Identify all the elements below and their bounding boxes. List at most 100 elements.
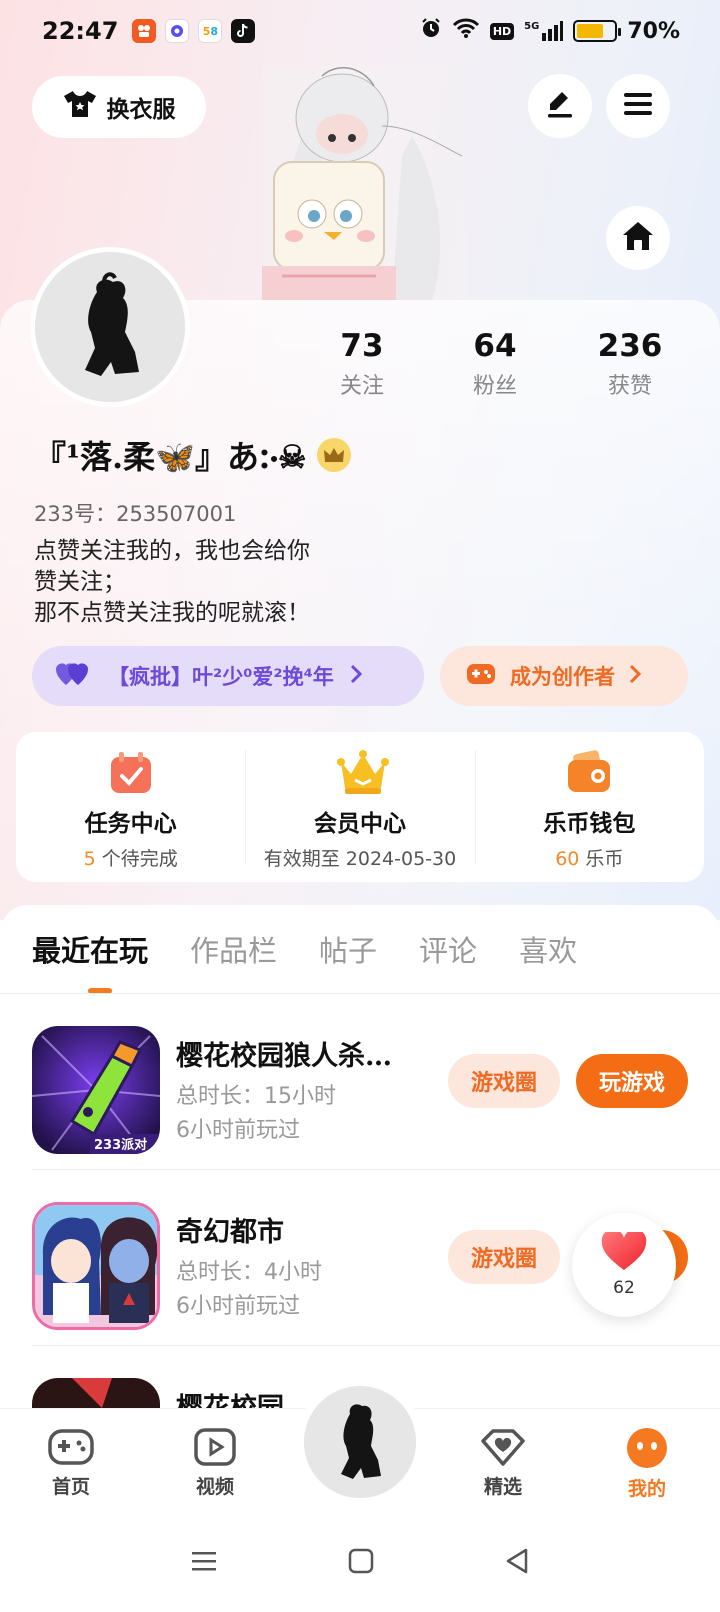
game-name: 樱花校园狼人杀… bbox=[176, 1041, 392, 1072]
game-circle-button[interactable]: 游戏圈 bbox=[448, 1230, 560, 1284]
edit-profile-button[interactable] bbox=[528, 74, 592, 138]
stat-following-count: 73 bbox=[340, 328, 384, 364]
status-right: HD 5G 70% bbox=[420, 17, 680, 45]
quick-actions: 任务中心 5 个待完成 会员中心 有效期至 2024-05-30 乐币钱包 60… bbox=[16, 732, 704, 882]
kuaishou-icon bbox=[132, 19, 157, 43]
profile-tabs: 最近在玩 作品栏 帖子 评论 喜欢 bbox=[32, 928, 577, 970]
member-center-title: 会员中心 bbox=[313, 811, 406, 837]
nav-video-label: 视频 bbox=[195, 1476, 234, 1498]
double-heart-icon bbox=[56, 661, 90, 692]
task-center[interactable]: 任务中心 5 个待完成 bbox=[16, 732, 245, 882]
alarm-icon bbox=[420, 17, 442, 45]
avatar-3d-figure[interactable] bbox=[262, 66, 466, 300]
game-duration: 总时长：15小时 bbox=[176, 1084, 336, 1109]
become-creator-label: 成为创作者 bbox=[510, 665, 615, 689]
stat-fans-count: 64 bbox=[473, 328, 517, 364]
hd-badge: HD bbox=[489, 22, 515, 40]
nickname-row: 『¹落.柔🦋』あ჻☠ bbox=[34, 432, 351, 478]
tab-works[interactable]: 作品栏 bbox=[190, 928, 277, 970]
heart-diamond-icon bbox=[479, 1427, 527, 1472]
bio-line: 赞关注； bbox=[34, 569, 126, 595]
task-center-sub: 5 个待完成 bbox=[84, 844, 178, 871]
nav-mine[interactable]: 我的 bbox=[602, 1427, 692, 1501]
status-time: 22:47 bbox=[42, 17, 119, 45]
profile-avatar[interactable] bbox=[30, 247, 190, 407]
nav-video[interactable]: 视频 bbox=[170, 1427, 260, 1499]
stat-likes[interactable]: 236 获赞 bbox=[575, 328, 685, 400]
home-square-icon[interactable] bbox=[348, 1548, 374, 1578]
task-center-sub-text: 个待完成 bbox=[95, 848, 178, 870]
user-id: 233号：253507001 bbox=[34, 502, 237, 526]
crown-icon[interactable] bbox=[316, 438, 351, 472]
battery-percent: 70% bbox=[627, 18, 680, 44]
tab-comments[interactable]: 评论 bbox=[419, 928, 477, 970]
coin-wallet-sub-text: 乐币 bbox=[579, 848, 624, 870]
home-button[interactable] bbox=[606, 206, 670, 270]
soul-icon bbox=[165, 19, 190, 43]
stat-likes-count: 236 bbox=[597, 328, 663, 364]
stat-following[interactable]: 73 关注 bbox=[307, 328, 417, 400]
game-last-played: 6小时前玩过 bbox=[176, 1118, 300, 1143]
center-avatar-image bbox=[304, 1386, 416, 1498]
nav-mine-label: 我的 bbox=[627, 1478, 666, 1500]
floating-like-button[interactable]: 62 bbox=[572, 1213, 676, 1317]
fan-group-label: 【疯批】叶²少⁰爱²挽⁴年 bbox=[108, 665, 334, 689]
task-count: 5 bbox=[83, 848, 96, 870]
list-item[interactable]: 233派对 樱花校园狼人杀… 总时长：15小时 6小时前玩过 游戏圈 玩游戏 bbox=[0, 994, 720, 1170]
tiktok-icon bbox=[231, 19, 256, 43]
tab-posts[interactable]: 帖子 bbox=[319, 928, 377, 970]
bio-line: 那不点赞关注我的呢就滚！ bbox=[34, 600, 310, 626]
coin-count: 60 bbox=[555, 848, 580, 870]
system-nav-bar bbox=[0, 1514, 720, 1612]
58-icon: 58 bbox=[198, 19, 223, 43]
home-icon bbox=[621, 220, 655, 256]
stat-fans[interactable]: 64 粉丝 bbox=[440, 328, 550, 400]
bio: 点赞关注我的，我也会给你 赞关注； 那不点赞关注我的呢就滚！ bbox=[34, 536, 310, 629]
heart-icon bbox=[601, 1229, 647, 1276]
chevron-right-icon bbox=[629, 664, 642, 689]
member-center[interactable]: 会员中心 有效期至 2024-05-30 bbox=[245, 732, 474, 882]
change-outfit-button[interactable]: 换衣服 bbox=[32, 76, 206, 138]
coin-wallet-sub: 60 乐币 bbox=[555, 844, 623, 871]
fan-group-pill[interactable]: 【疯批】叶²少⁰爱²挽⁴年 bbox=[32, 646, 424, 706]
hamburger-icon bbox=[623, 91, 653, 121]
gamepad-small-icon bbox=[466, 662, 496, 691]
nav-home-label: 首页 bbox=[51, 1476, 90, 1498]
menu-button[interactable] bbox=[606, 74, 670, 138]
stat-fans-label: 粉丝 bbox=[472, 374, 517, 399]
like-count: 62 bbox=[613, 1278, 635, 1298]
coin-wallet-title: 乐币钱包 bbox=[543, 811, 636, 837]
tshirt-icon bbox=[63, 89, 97, 125]
gamepad-icon bbox=[47, 1427, 95, 1472]
nav-featured[interactable]: 精选 bbox=[458, 1427, 548, 1499]
nav-center-avatar[interactable] bbox=[296, 1378, 424, 1506]
recent-apps-icon[interactable] bbox=[190, 1549, 218, 1577]
calendar-check-icon bbox=[108, 750, 154, 796]
tab-recent[interactable]: 最近在玩 bbox=[32, 928, 148, 970]
game-circle-button[interactable]: 游戏圈 bbox=[448, 1054, 560, 1108]
battery-icon bbox=[573, 20, 622, 42]
tab-likes[interactable]: 喜欢 bbox=[519, 928, 577, 970]
stat-likes-label: 获赞 bbox=[607, 374, 652, 399]
chevron-right-icon bbox=[350, 664, 362, 689]
video-icon bbox=[193, 1427, 237, 1472]
game-icon bbox=[32, 1202, 160, 1330]
coin-wallet[interactable]: 乐币钱包 60 乐币 bbox=[474, 732, 704, 882]
change-outfit-label: 换衣服 bbox=[106, 97, 176, 123]
battery-fill bbox=[577, 24, 603, 38]
wifi-icon bbox=[452, 17, 480, 45]
game-duration: 总时长：4小时 bbox=[176, 1260, 322, 1285]
profile-face-icon bbox=[625, 1427, 669, 1474]
play-game-button[interactable]: 玩游戏 bbox=[576, 1054, 688, 1108]
nav-home[interactable]: 首页 bbox=[26, 1427, 116, 1499]
signal-icon: 5G bbox=[524, 21, 564, 41]
task-center-title: 任务中心 bbox=[84, 811, 177, 837]
game-name: 奇幻都市 bbox=[176, 1217, 284, 1248]
member-center-sub: 有效期至 2024-05-30 bbox=[263, 848, 457, 870]
signal-label: 5G bbox=[524, 21, 540, 32]
become-creator-pill[interactable]: 成为创作者 bbox=[440, 646, 688, 706]
back-icon[interactable] bbox=[504, 1547, 530, 1579]
pen-icon bbox=[544, 89, 576, 123]
nickname: 『¹落.柔🦋』あ჻☠ bbox=[34, 438, 307, 476]
game-icon bbox=[32, 1378, 160, 1408]
